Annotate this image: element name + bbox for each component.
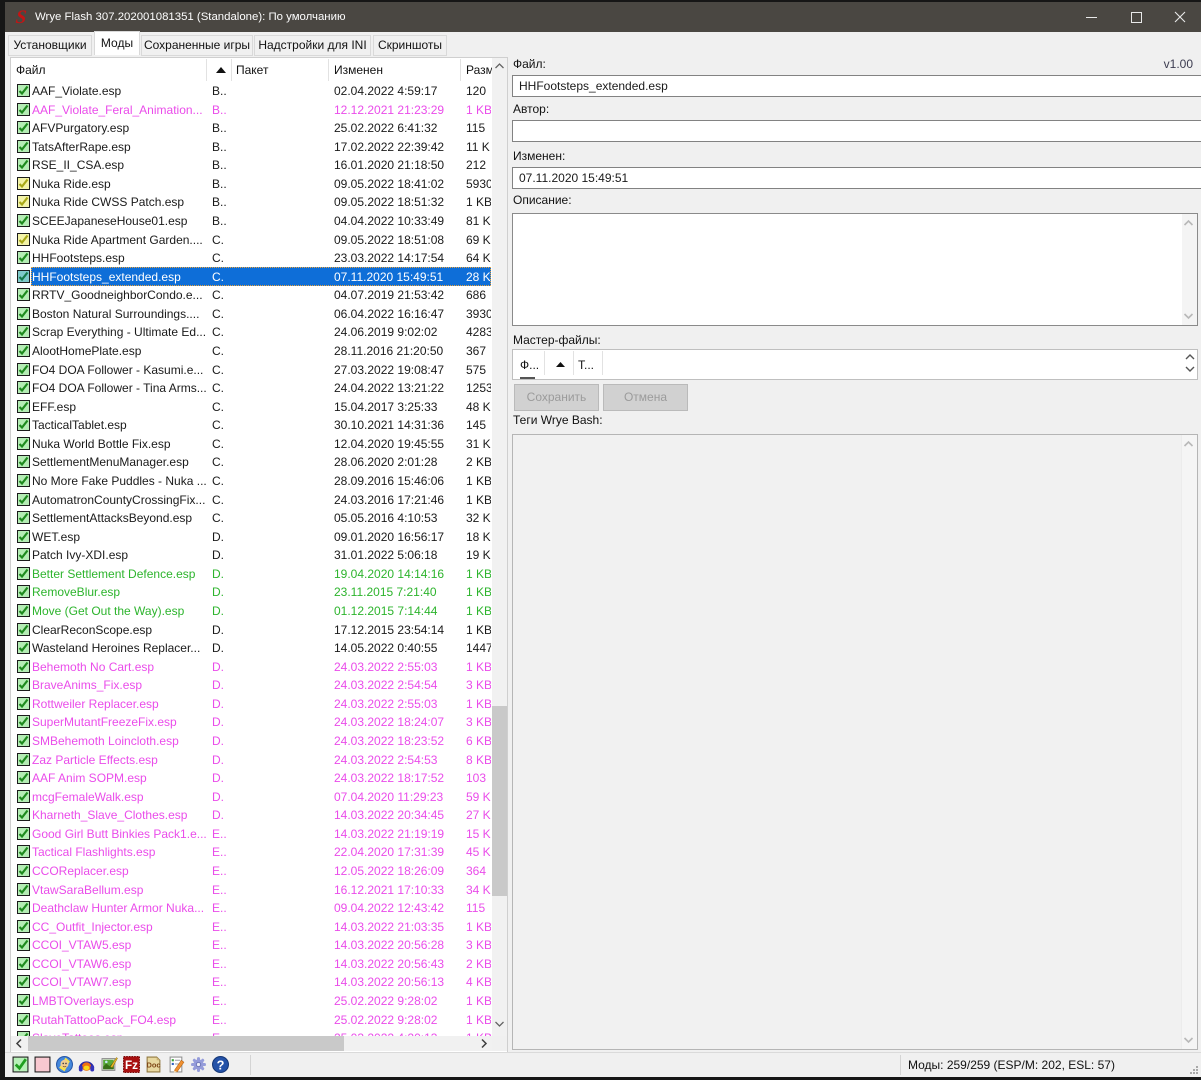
svg-text:?: ? <box>217 1057 225 1072</box>
svg-text:S: S <box>15 7 28 27</box>
svg-text:Fz: Fz <box>125 1059 138 1072</box>
svg-text:Doc: Doc <box>146 1061 160 1070</box>
